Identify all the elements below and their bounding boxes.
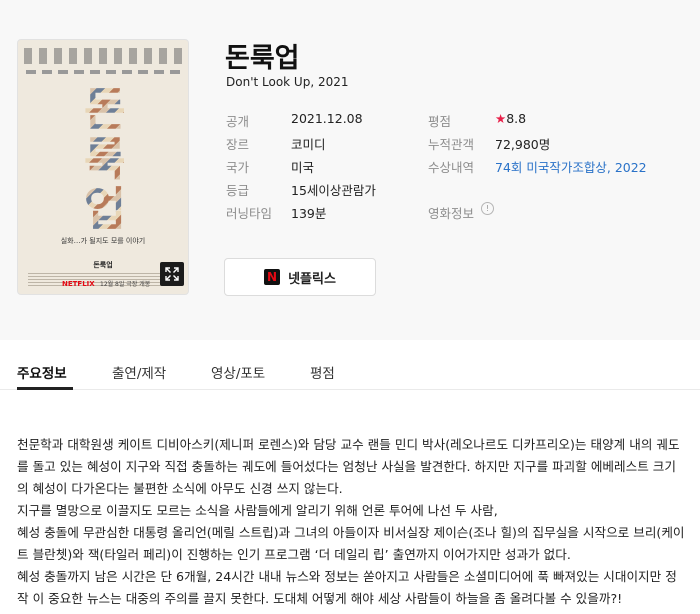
synopsis-paragraph: 지구를 멸망으로 이끌지도 모르는 소식을 사람들에게 알리기 위해 언론 투어…	[17, 503, 498, 518]
tab-main-info[interactable]: 주요정보	[17, 362, 67, 382]
tab-cast-crew[interactable]: 출연/제작	[112, 362, 166, 382]
poster-netflix-logo: NETFLIX	[62, 280, 95, 288]
country-value: 미국	[291, 160, 315, 175]
score-value: ★8.8	[495, 111, 526, 126]
detail-tabs	[0, 340, 700, 390]
active-tab-indicator	[17, 387, 73, 390]
synopsis-paragraph: 혜성 충돌까지 남은 시간은 단 6개월, 24시간 내내 뉴스와 정보는 쏟아…	[17, 569, 677, 606]
release-value: 2021.12.08	[291, 111, 363, 126]
genre-label: 장르	[226, 137, 250, 152]
awards-label: 수상내역	[428, 160, 475, 175]
star-icon: ★	[495, 111, 507, 126]
tab-ratings[interactable]: 평점	[310, 362, 335, 382]
expand-icon[interactable]	[160, 262, 184, 286]
movie-title: 돈룩업	[225, 43, 300, 74]
poster-cast-photos	[24, 48, 182, 66]
movie-original-title: Don't Look Up, 2021	[226, 75, 349, 89]
synopsis-paragraph: 혜성 충돌에 무관심한 대통령 올리언(메릴 스트립)과 그녀의 아들이자 비서…	[17, 525, 685, 562]
synopsis: 천문학과 대학원생 케이트 디비아스키(제니퍼 로렌스)와 담당 교수 랜들 민…	[17, 434, 685, 610]
netflix-watch-button[interactable]: N 넷플릭스	[224, 258, 376, 296]
score-label: 평점	[428, 114, 452, 129]
country-label: 국가	[226, 160, 250, 175]
poster-title-art: 돈 룩 업	[42, 82, 166, 236]
poster-letter: 룩	[83, 132, 126, 186]
poster-release-date: 12월 8일 극장 개봉	[100, 281, 151, 288]
info-icon[interactable]: !	[481, 202, 494, 215]
awards-link[interactable]: 74회 미국작가조합상, 2022	[495, 157, 647, 176]
poster-letter: 돈	[83, 82, 126, 136]
runtime-value: 139분	[291, 206, 327, 221]
runtime-label: 러닝타임	[226, 206, 273, 221]
watch-button-label: 넷플릭스	[288, 271, 336, 287]
poster-cast-names	[26, 70, 180, 76]
release-label: 공개	[226, 114, 250, 129]
score-number: 8.8	[506, 111, 527, 126]
poster-letter: 업	[83, 182, 126, 236]
rating-grade-value: 15세이상관람가	[291, 183, 376, 198]
audience-label: 누적관객	[428, 137, 475, 152]
audience-value: 72,980명	[495, 137, 551, 152]
tab-video-photo[interactable]: 영상/포토	[211, 362, 265, 382]
rating-grade-label: 등급	[226, 183, 250, 198]
poster-tagline: 실화…가 될지도 모를 이야기	[60, 237, 146, 245]
netflix-icon: N	[264, 269, 281, 285]
synopsis-paragraph: 천문학과 대학원생 케이트 디비아스키(제니퍼 로렌스)와 담당 교수 랜들 민…	[17, 437, 680, 496]
movie-info-label: 영화정보	[428, 206, 475, 221]
movie-poster[interactable]: 돈 룩 업 실화…가 될지도 모를 이야기 돈룩업 NETFLIX 12월 8일…	[17, 39, 189, 295]
genre-value: 코미디	[291, 137, 326, 152]
